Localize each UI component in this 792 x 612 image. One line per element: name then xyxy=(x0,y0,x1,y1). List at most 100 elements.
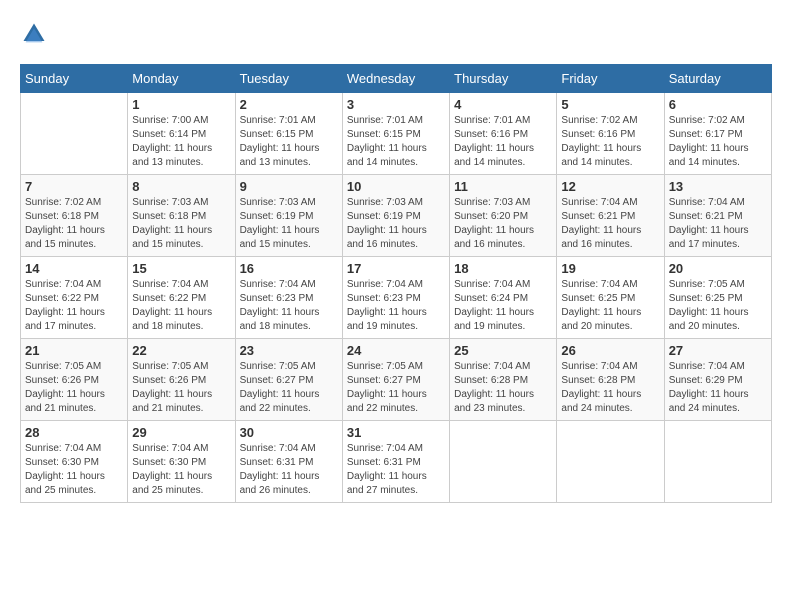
calendar-table: SundayMondayTuesdayWednesdayThursdayFrid… xyxy=(20,64,772,503)
calendar-day-cell: 24 Sunrise: 7:05 AM Sunset: 6:27 PM Dayl… xyxy=(342,339,449,421)
day-number: 13 xyxy=(669,179,767,194)
sunrise-text: Sunrise: 7:04 AM xyxy=(347,279,423,290)
calendar-day-cell: 3 Sunrise: 7:01 AM Sunset: 6:15 PM Dayli… xyxy=(342,93,449,175)
sunset-text: Sunset: 6:14 PM xyxy=(132,129,206,140)
calendar-day-cell: 1 Sunrise: 7:00 AM Sunset: 6:14 PM Dayli… xyxy=(128,93,235,175)
sunset-text: Sunset: 6:30 PM xyxy=(25,457,99,468)
daylight-text: Daylight: 11 hours and 22 minutes. xyxy=(240,389,320,414)
calendar-day-cell: 12 Sunrise: 7:04 AM Sunset: 6:21 PM Dayl… xyxy=(557,175,664,257)
sunrise-text: Sunrise: 7:04 AM xyxy=(25,443,101,454)
sunset-text: Sunset: 6:15 PM xyxy=(240,129,314,140)
calendar-day-cell: 15 Sunrise: 7:04 AM Sunset: 6:22 PM Dayl… xyxy=(128,257,235,339)
daylight-text: Daylight: 11 hours and 14 minutes. xyxy=(669,143,749,168)
sunset-text: Sunset: 6:28 PM xyxy=(561,375,635,386)
sunset-text: Sunset: 6:20 PM xyxy=(454,211,528,222)
day-number: 21 xyxy=(25,343,123,358)
daylight-text: Daylight: 11 hours and 15 minutes. xyxy=(25,225,105,250)
sunrise-text: Sunrise: 7:04 AM xyxy=(454,279,530,290)
sunset-text: Sunset: 6:23 PM xyxy=(240,293,314,304)
day-number: 15 xyxy=(132,261,230,276)
calendar-day-cell xyxy=(450,421,557,503)
sunset-text: Sunset: 6:19 PM xyxy=(240,211,314,222)
sunrise-text: Sunrise: 7:04 AM xyxy=(240,279,316,290)
sunrise-text: Sunrise: 7:04 AM xyxy=(669,361,745,372)
day-info: Sunrise: 7:01 AM Sunset: 6:16 PM Dayligh… xyxy=(454,114,552,170)
calendar-day-cell: 6 Sunrise: 7:02 AM Sunset: 6:17 PM Dayli… xyxy=(664,93,771,175)
sunset-text: Sunset: 6:22 PM xyxy=(132,293,206,304)
daylight-text: Daylight: 11 hours and 23 minutes. xyxy=(454,389,534,414)
day-number: 29 xyxy=(132,425,230,440)
day-number: 17 xyxy=(347,261,445,276)
daylight-text: Daylight: 11 hours and 19 minutes. xyxy=(454,307,534,332)
daylight-text: Daylight: 11 hours and 18 minutes. xyxy=(132,307,212,332)
calendar-day-cell: 19 Sunrise: 7:04 AM Sunset: 6:25 PM Dayl… xyxy=(557,257,664,339)
sunrise-text: Sunrise: 7:03 AM xyxy=(454,197,530,208)
day-number: 6 xyxy=(669,97,767,112)
day-number: 5 xyxy=(561,97,659,112)
calendar-day-cell: 26 Sunrise: 7:04 AM Sunset: 6:28 PM Dayl… xyxy=(557,339,664,421)
day-number: 26 xyxy=(561,343,659,358)
weekday-header-row: SundayMondayTuesdayWednesdayThursdayFrid… xyxy=(21,65,772,93)
day-info: Sunrise: 7:03 AM Sunset: 6:20 PM Dayligh… xyxy=(454,196,552,252)
calendar-day-cell: 10 Sunrise: 7:03 AM Sunset: 6:19 PM Dayl… xyxy=(342,175,449,257)
day-info: Sunrise: 7:04 AM Sunset: 6:22 PM Dayligh… xyxy=(132,278,230,334)
sunrise-text: Sunrise: 7:04 AM xyxy=(347,443,423,454)
sunrise-text: Sunrise: 7:05 AM xyxy=(669,279,745,290)
calendar-day-cell: 23 Sunrise: 7:05 AM Sunset: 6:27 PM Dayl… xyxy=(235,339,342,421)
day-info: Sunrise: 7:04 AM Sunset: 6:31 PM Dayligh… xyxy=(240,442,338,498)
calendar-day-cell: 13 Sunrise: 7:04 AM Sunset: 6:21 PM Dayl… xyxy=(664,175,771,257)
sunset-text: Sunset: 6:19 PM xyxy=(347,211,421,222)
day-number: 12 xyxy=(561,179,659,194)
daylight-text: Daylight: 11 hours and 18 minutes. xyxy=(240,307,320,332)
sunset-text: Sunset: 6:27 PM xyxy=(347,375,421,386)
sunset-text: Sunset: 6:15 PM xyxy=(347,129,421,140)
sunset-text: Sunset: 6:28 PM xyxy=(454,375,528,386)
calendar-day-cell: 18 Sunrise: 7:04 AM Sunset: 6:24 PM Dayl… xyxy=(450,257,557,339)
sunset-text: Sunset: 6:25 PM xyxy=(561,293,635,304)
day-info: Sunrise: 7:04 AM Sunset: 6:28 PM Dayligh… xyxy=(454,360,552,416)
calendar-day-cell: 25 Sunrise: 7:04 AM Sunset: 6:28 PM Dayl… xyxy=(450,339,557,421)
calendar-week-row: 1 Sunrise: 7:00 AM Sunset: 6:14 PM Dayli… xyxy=(21,93,772,175)
logo xyxy=(20,20,52,48)
day-number: 10 xyxy=(347,179,445,194)
sunrise-text: Sunrise: 7:01 AM xyxy=(347,115,423,126)
day-info: Sunrise: 7:03 AM Sunset: 6:19 PM Dayligh… xyxy=(240,196,338,252)
day-number: 9 xyxy=(240,179,338,194)
calendar-day-cell: 16 Sunrise: 7:04 AM Sunset: 6:23 PM Dayl… xyxy=(235,257,342,339)
daylight-text: Daylight: 11 hours and 17 minutes. xyxy=(669,225,749,250)
weekday-header-cell: Saturday xyxy=(664,65,771,93)
day-info: Sunrise: 7:05 AM Sunset: 6:25 PM Dayligh… xyxy=(669,278,767,334)
day-info: Sunrise: 7:03 AM Sunset: 6:19 PM Dayligh… xyxy=(347,196,445,252)
daylight-text: Daylight: 11 hours and 13 minutes. xyxy=(132,143,212,168)
sunrise-text: Sunrise: 7:04 AM xyxy=(561,361,637,372)
daylight-text: Daylight: 11 hours and 14 minutes. xyxy=(347,143,427,168)
day-info: Sunrise: 7:01 AM Sunset: 6:15 PM Dayligh… xyxy=(240,114,338,170)
sunrise-text: Sunrise: 7:00 AM xyxy=(132,115,208,126)
sunset-text: Sunset: 6:21 PM xyxy=(561,211,635,222)
day-number: 14 xyxy=(25,261,123,276)
calendar-week-row: 28 Sunrise: 7:04 AM Sunset: 6:30 PM Dayl… xyxy=(21,421,772,503)
calendar-week-row: 7 Sunrise: 7:02 AM Sunset: 6:18 PM Dayli… xyxy=(21,175,772,257)
day-number: 18 xyxy=(454,261,552,276)
day-info: Sunrise: 7:01 AM Sunset: 6:15 PM Dayligh… xyxy=(347,114,445,170)
daylight-text: Daylight: 11 hours and 13 minutes. xyxy=(240,143,320,168)
calendar-day-cell: 4 Sunrise: 7:01 AM Sunset: 6:16 PM Dayli… xyxy=(450,93,557,175)
sunrise-text: Sunrise: 7:04 AM xyxy=(561,279,637,290)
day-info: Sunrise: 7:04 AM Sunset: 6:30 PM Dayligh… xyxy=(132,442,230,498)
day-number: 3 xyxy=(347,97,445,112)
sunset-text: Sunset: 6:16 PM xyxy=(454,129,528,140)
sunset-text: Sunset: 6:25 PM xyxy=(669,293,743,304)
daylight-text: Daylight: 11 hours and 25 minutes. xyxy=(132,471,212,496)
sunrise-text: Sunrise: 7:05 AM xyxy=(240,361,316,372)
daylight-text: Daylight: 11 hours and 16 minutes. xyxy=(561,225,641,250)
day-info: Sunrise: 7:05 AM Sunset: 6:26 PM Dayligh… xyxy=(132,360,230,416)
sunrise-text: Sunrise: 7:02 AM xyxy=(669,115,745,126)
calendar-week-row: 14 Sunrise: 7:04 AM Sunset: 6:22 PM Dayl… xyxy=(21,257,772,339)
daylight-text: Daylight: 11 hours and 25 minutes. xyxy=(25,471,105,496)
day-number: 31 xyxy=(347,425,445,440)
day-number: 7 xyxy=(25,179,123,194)
calendar-day-cell: 29 Sunrise: 7:04 AM Sunset: 6:30 PM Dayl… xyxy=(128,421,235,503)
sunset-text: Sunset: 6:22 PM xyxy=(25,293,99,304)
calendar-day-cell: 17 Sunrise: 7:04 AM Sunset: 6:23 PM Dayl… xyxy=(342,257,449,339)
day-number: 28 xyxy=(25,425,123,440)
